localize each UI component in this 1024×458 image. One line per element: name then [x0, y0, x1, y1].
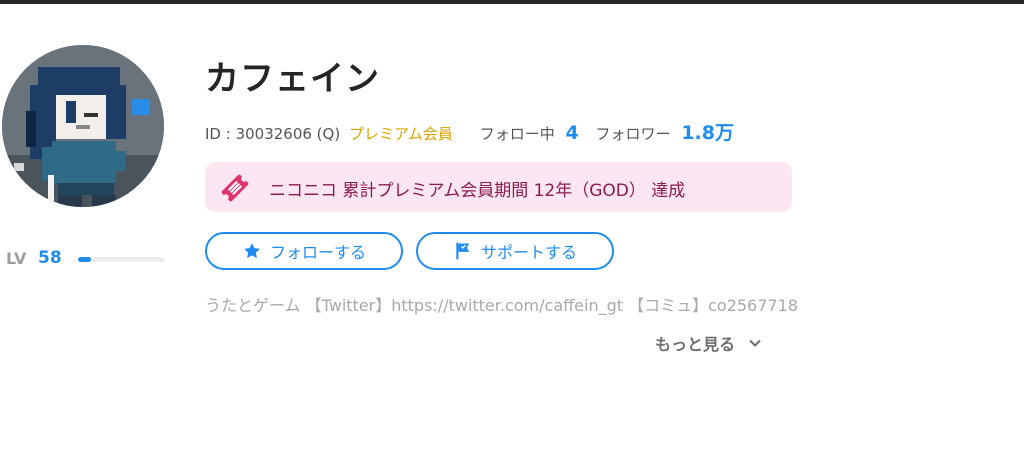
chevron-down-icon — [749, 339, 761, 347]
user-meta: ID : 30032606 (Q) プレミアム会員 フォロー中 4 フォロワー … — [205, 118, 734, 144]
show-more-label: もっと見る — [655, 335, 736, 354]
ticket-icon — [221, 174, 249, 202]
support-button-label: サポートする — [480, 243, 577, 262]
show-more-button[interactable]: もっと見る — [655, 331, 763, 355]
follow-button-label: フォローする — [269, 243, 366, 262]
level-value: 58 — [38, 248, 62, 268]
level-progress-bar — [78, 257, 164, 262]
followers-count[interactable]: 1.8万 — [681, 122, 734, 144]
achievement-badge: ニコニコ 累計プレミアム会員期間 12年（GOD） 達成 — [205, 162, 792, 212]
level-indicator: LV 58 — [6, 247, 166, 271]
followers-label[interactable]: フォロワー — [596, 125, 671, 143]
support-button[interactable]: サポートする — [416, 232, 614, 270]
avatar[interactable] — [2, 45, 164, 207]
premium-label: プレミアム会員 — [348, 125, 453, 143]
achievement-text: ニコニコ 累計プレミアム会員期間 12年（GOD） 達成 — [269, 181, 686, 201]
level-label: LV — [6, 249, 27, 268]
user-id: ID : 30032606 (Q) — [205, 125, 341, 143]
avatar-image — [2, 45, 164, 207]
top-border — [0, 0, 1024, 4]
star-icon — [244, 243, 260, 259]
user-description: うたとゲーム 【Twitter】https://twitter.com/caff… — [205, 296, 798, 315]
flag-icon — [456, 242, 470, 260]
level-progress-fill — [78, 257, 91, 262]
follow-button[interactable]: フォローする — [205, 232, 403, 270]
following-count[interactable]: 4 — [566, 122, 579, 144]
following-label[interactable]: フォロー中 — [480, 125, 555, 143]
user-name: カフェイン — [205, 59, 380, 99]
